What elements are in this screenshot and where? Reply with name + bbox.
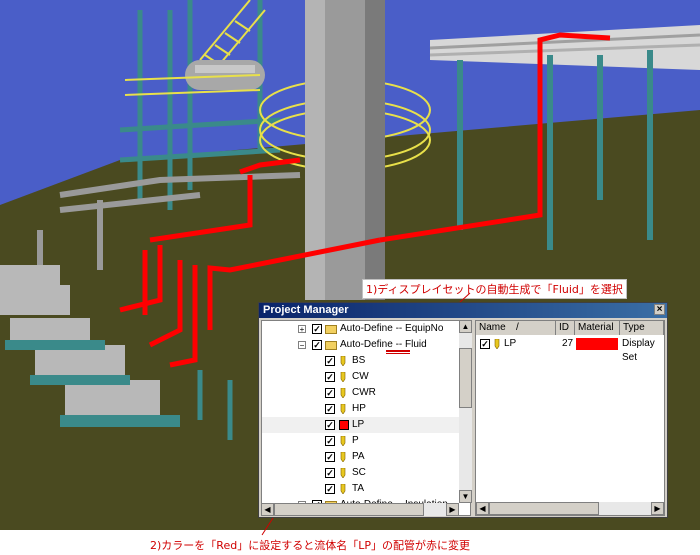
red-swatch-icon — [339, 420, 349, 430]
scroll-left-arrow-icon[interactable]: ◀ — [261, 503, 274, 516]
pencil-icon — [340, 436, 346, 446]
list-header: Name / ID Material Type — [476, 321, 664, 335]
annotation-underline — [386, 353, 410, 354]
tree-item-cwr[interactable]: ✓ CWR — [262, 385, 460, 401]
pencil-icon — [340, 452, 346, 462]
checkbox-checked-icon[interactable]: ✓ — [325, 484, 335, 494]
close-button[interactable]: × — [654, 304, 665, 315]
tree-item-p[interactable]: ✓ P — [262, 433, 460, 449]
tree-item-pa[interactable]: ✓ PA — [262, 449, 460, 465]
annotation-select-fluid: 1)ディスプレイセットの自動生成で「Fluid」を選択 — [362, 279, 627, 299]
tree-item-cw[interactable]: ✓ CW — [262, 369, 460, 385]
scroll-thumb[interactable] — [459, 348, 472, 408]
scroll-thumb[interactable] — [489, 502, 599, 515]
scroll-right-arrow-icon[interactable]: ▶ — [446, 503, 459, 516]
display-set-list[interactable]: Name / ID Material Type ✓ LP 27 Display … — [475, 320, 665, 516]
expand-icon[interactable]: + — [298, 325, 306, 334]
checkbox-checked-icon[interactable]: ✓ — [480, 339, 490, 349]
material-color-swatch — [576, 338, 618, 350]
pencil-icon — [340, 484, 346, 494]
checkbox-checked-icon[interactable]: ✓ — [312, 324, 322, 334]
column-header-id[interactable]: ID — [556, 321, 575, 335]
folder-icon — [325, 325, 337, 334]
window-titlebar[interactable]: Project Manager × — [259, 303, 667, 318]
checkbox-checked-icon[interactable]: ✓ — [325, 468, 335, 478]
tree-item-equipno[interactable]: + ✓ Auto-Define -- EquipNo — [262, 321, 460, 337]
annotation-set-color-red: 2)カラーを「Red」に設定すると流体名「LP」の配管が赤に変更 — [150, 539, 470, 552]
annotation-underline — [386, 350, 410, 352]
scroll-down-arrow-icon[interactable]: ▼ — [459, 490, 472, 503]
checkbox-checked-icon[interactable]: ✓ — [325, 404, 335, 414]
checkbox-checked-icon[interactable]: ✓ — [312, 340, 322, 350]
tree-vertical-scrollbar[interactable]: ▲ ▼ — [459, 320, 472, 503]
scroll-thumb[interactable] — [274, 503, 424, 516]
checkbox-checked-icon[interactable]: ✓ — [325, 436, 335, 446]
scroll-right-arrow-icon[interactable]: ▶ — [651, 502, 664, 515]
column-header-type[interactable]: Type — [620, 321, 664, 335]
display-set-tree[interactable]: + ✓ Auto-Define -- EquipNo − ✓ Auto-Defi… — [261, 320, 471, 516]
collapse-icon[interactable]: − — [298, 341, 306, 350]
pencil-icon — [340, 468, 346, 478]
tree-item-hp[interactable]: ✓ HP — [262, 401, 460, 417]
pencil-icon — [494, 339, 500, 349]
tree-item-bs[interactable]: ✓ BS — [262, 353, 460, 369]
folder-open-icon — [325, 341, 337, 350]
scroll-left-arrow-icon[interactable]: ◀ — [476, 502, 489, 515]
checkbox-checked-icon[interactable]: ✓ — [325, 420, 335, 430]
list-horizontal-scrollbar[interactable]: ◀ ▶ — [476, 502, 664, 515]
tree-item-ta[interactable]: ✓ TA — [262, 481, 460, 497]
checkbox-checked-icon[interactable]: ✓ — [325, 356, 335, 366]
list-row[interactable]: ✓ LP 27 Display Set — [476, 337, 664, 363]
tree-item-fluid[interactable]: − ✓ Auto-Define -- Fluid — [262, 337, 460, 353]
column-header-material[interactable]: Material — [575, 321, 620, 335]
pencil-icon — [340, 356, 346, 366]
tree-item-sc[interactable]: ✓ SC — [262, 465, 460, 481]
tree-horizontal-scrollbar[interactable]: ◀ ▶ — [261, 503, 459, 516]
scroll-up-arrow-icon[interactable]: ▲ — [459, 320, 472, 333]
column-header-name[interactable]: Name / — [476, 321, 556, 335]
checkbox-checked-icon[interactable]: ✓ — [325, 388, 335, 398]
pencil-icon — [340, 388, 346, 398]
pencil-icon — [340, 404, 346, 414]
checkbox-checked-icon[interactable]: ✓ — [325, 452, 335, 462]
pencil-icon — [340, 372, 346, 382]
project-manager-window: Project Manager × + ✓ Auto-Define -- Equ… — [258, 302, 668, 518]
tree-item-lp[interactable]: ✓ LP — [262, 417, 460, 433]
checkbox-checked-icon[interactable]: ✓ — [325, 372, 335, 382]
window-title: Project Manager — [263, 304, 349, 316]
